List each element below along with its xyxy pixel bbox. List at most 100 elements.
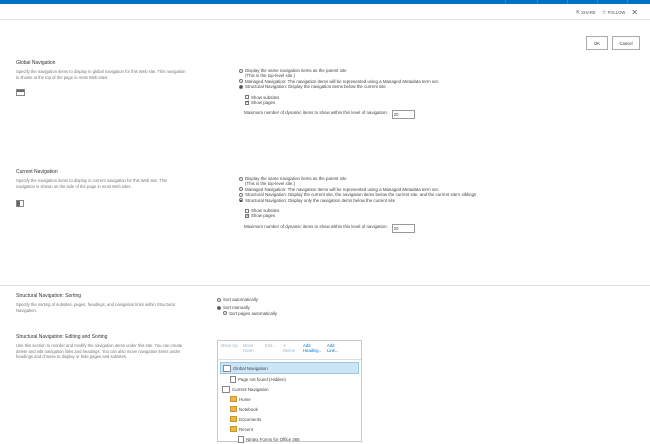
close-icon[interactable]: ✕ xyxy=(631,8,638,17)
radio-icon xyxy=(217,297,221,302)
cancel-button[interactable]: Cancel xyxy=(612,36,640,50)
radio-icon xyxy=(239,79,243,84)
checkbox-label: Show pages xyxy=(251,213,276,219)
checkbox-label: Show pages xyxy=(251,100,276,106)
option-note: (This is the top-level site.) xyxy=(245,73,296,79)
tree-item-current-navigation[interactable]: Current Navigation xyxy=(220,384,359,394)
sorting-title: Structural Navigation: Sorting xyxy=(16,293,82,299)
current-nav-description: Specify the navigation items to display … xyxy=(16,178,196,189)
share-button[interactable]: ⇱ SHARE xyxy=(576,10,596,16)
move-up-button[interactable]: Move Up xyxy=(221,343,239,357)
sorting-desc-line: Navigation. xyxy=(16,307,37,313)
radio-icon xyxy=(239,68,243,73)
tree-item-home[interactable]: Home xyxy=(220,394,359,404)
page-icon xyxy=(238,435,244,443)
radio-icon xyxy=(239,187,243,192)
sort-pages-automatically-radio[interactable]: Sort pages automatically xyxy=(217,311,277,316)
tree-item-recent[interactable]: Recent xyxy=(220,424,359,434)
editing-description: Use this section to reorder and modify t… xyxy=(16,343,201,360)
global-show-pages-checkbox[interactable]: Show pages xyxy=(245,99,439,106)
tree-item-label: Documents xyxy=(239,416,262,422)
global-nav-title: Global Navigation xyxy=(16,60,56,66)
global-nav-desc-line: is shown at the top of the page in most … xyxy=(16,74,109,80)
option-label: Sort pages automatically xyxy=(229,310,278,316)
add-heading-button[interactable]: Add Heading... xyxy=(303,343,323,357)
radio-selected-icon xyxy=(239,198,243,203)
tree-item-documents[interactable]: Documents xyxy=(220,414,359,424)
current-max-items-input[interactable]: 20 xyxy=(391,223,415,233)
heading-icon xyxy=(223,364,231,372)
checkbox-checked-icon xyxy=(245,213,249,218)
max-items-label: Maximum number of dynamic items to show … xyxy=(244,110,388,116)
sorting-description: Specify the sorting of subsites, pages, … xyxy=(16,302,196,313)
option-label: Display the same navigation items as the… xyxy=(245,176,347,181)
tree-item-label: Home xyxy=(239,396,251,402)
radio-selected-icon xyxy=(239,84,243,89)
radio-icon xyxy=(223,311,227,316)
side-nav-preview-icon xyxy=(16,200,24,207)
suite-bar-divider xyxy=(505,0,506,4)
global-nav-desc-line: Specify the navigation items to display … xyxy=(16,69,186,74)
global-nav-option-parent[interactable]: Display the same navigation items as the… xyxy=(239,68,439,79)
radio-icon xyxy=(239,176,243,181)
checkbox-checked-icon xyxy=(245,99,249,105)
max-items-label: Maximum number of dynamic items to show … xyxy=(244,223,388,229)
tree-item-notebook[interactable]: Notebook xyxy=(220,404,359,414)
option-label: Structural Navigation: Display the navig… xyxy=(245,84,386,90)
current-nav-option-parent[interactable]: Display the same navigation items as the… xyxy=(239,176,476,187)
sort-automatically-radio[interactable]: Sort automatically xyxy=(217,297,277,302)
option-label: Display the same navigation items as the… xyxy=(245,68,347,73)
option-label: Structural Navigation: Display only the … xyxy=(245,197,396,203)
follow-label: FOLLOW xyxy=(607,10,626,15)
tree-item-nintex-forms[interactable]: Nintex Forms for Office 365 xyxy=(220,434,359,444)
tree-item-label: Nintex Forms for Office 365 xyxy=(246,436,300,442)
navigation-toolbar: Move Up Move Down Edit... ✕ Delete Add H… xyxy=(218,341,361,360)
follow-button[interactable]: ☆ FOLLOW xyxy=(602,10,626,16)
add-link-button[interactable]: Add Link... xyxy=(327,343,341,357)
current-show-pages-checkbox[interactable]: Show pages xyxy=(245,213,476,218)
editing-title: Structural Navigation: Editing and Sorti… xyxy=(16,334,108,340)
folder-icon xyxy=(230,396,237,402)
section-divider xyxy=(0,285,650,286)
current-nav-desc-line: navigation is shown on the side of the p… xyxy=(16,183,132,189)
header-divider xyxy=(0,19,650,20)
suite-bar-divider xyxy=(597,0,598,4)
move-down-button[interactable]: Move Down xyxy=(243,343,261,357)
top-nav-preview-icon xyxy=(16,89,25,96)
sorting-desc-line: Specify the sorting of subsites, pages, … xyxy=(16,302,175,307)
suite-bar-divider xyxy=(567,0,568,4)
folder-icon xyxy=(230,426,237,432)
navigation-editor: Move Up Move Down Edit... ✕ Delete Add H… xyxy=(217,340,362,444)
radio-selected-icon xyxy=(217,306,221,310)
current-nav-option-structural[interactable]: Structural Navigation: Display only the … xyxy=(239,198,476,203)
editing-desc-line: Use this section to reorder and modify t… xyxy=(16,343,184,348)
global-max-items-input[interactable]: 20 xyxy=(391,110,415,120)
folder-icon xyxy=(230,406,237,412)
star-icon: ☆ xyxy=(601,9,607,16)
navigation-tree: Global Navigation Page not found (Hidden… xyxy=(218,360,361,444)
suite-bar-divider xyxy=(537,0,538,4)
current-nav-title: Current Navigation xyxy=(16,169,58,175)
option-text: Display the same navigation items as the… xyxy=(245,68,347,79)
delete-label: Delete xyxy=(283,348,296,353)
global-nav-option-structural[interactable]: Structural Navigation: Display the navig… xyxy=(239,84,439,89)
share-label: SHARE xyxy=(581,10,596,15)
tree-item-global-navigation[interactable]: Global Navigation xyxy=(220,362,359,374)
global-nav-options: Display the same navigation items as the… xyxy=(239,68,439,120)
folder-icon xyxy=(230,416,237,422)
editing-desc-line: headings and choose to display or hide p… xyxy=(16,354,128,360)
global-max-items-row: Maximum number of dynamic items to show … xyxy=(239,110,439,120)
page-icon xyxy=(230,375,236,383)
share-icon: ⇱ xyxy=(576,9,581,16)
tree-item-label: Current Navigation xyxy=(232,386,269,392)
ok-button[interactable]: OK xyxy=(586,36,608,50)
suite-bar xyxy=(0,0,650,4)
current-max-items-row: Maximum number of dynamic items to show … xyxy=(239,223,476,233)
edit-button[interactable]: Edit... xyxy=(265,343,279,357)
delete-button[interactable]: ✕ Delete xyxy=(283,343,299,357)
radio-icon xyxy=(239,192,243,197)
tree-item-label: Global Navigation xyxy=(233,365,268,371)
suite-bar-divider xyxy=(627,0,628,4)
tree-item-label: Notebook xyxy=(239,406,258,412)
tree-item-page-not-found[interactable]: Page not found (Hidden) xyxy=(220,374,359,384)
